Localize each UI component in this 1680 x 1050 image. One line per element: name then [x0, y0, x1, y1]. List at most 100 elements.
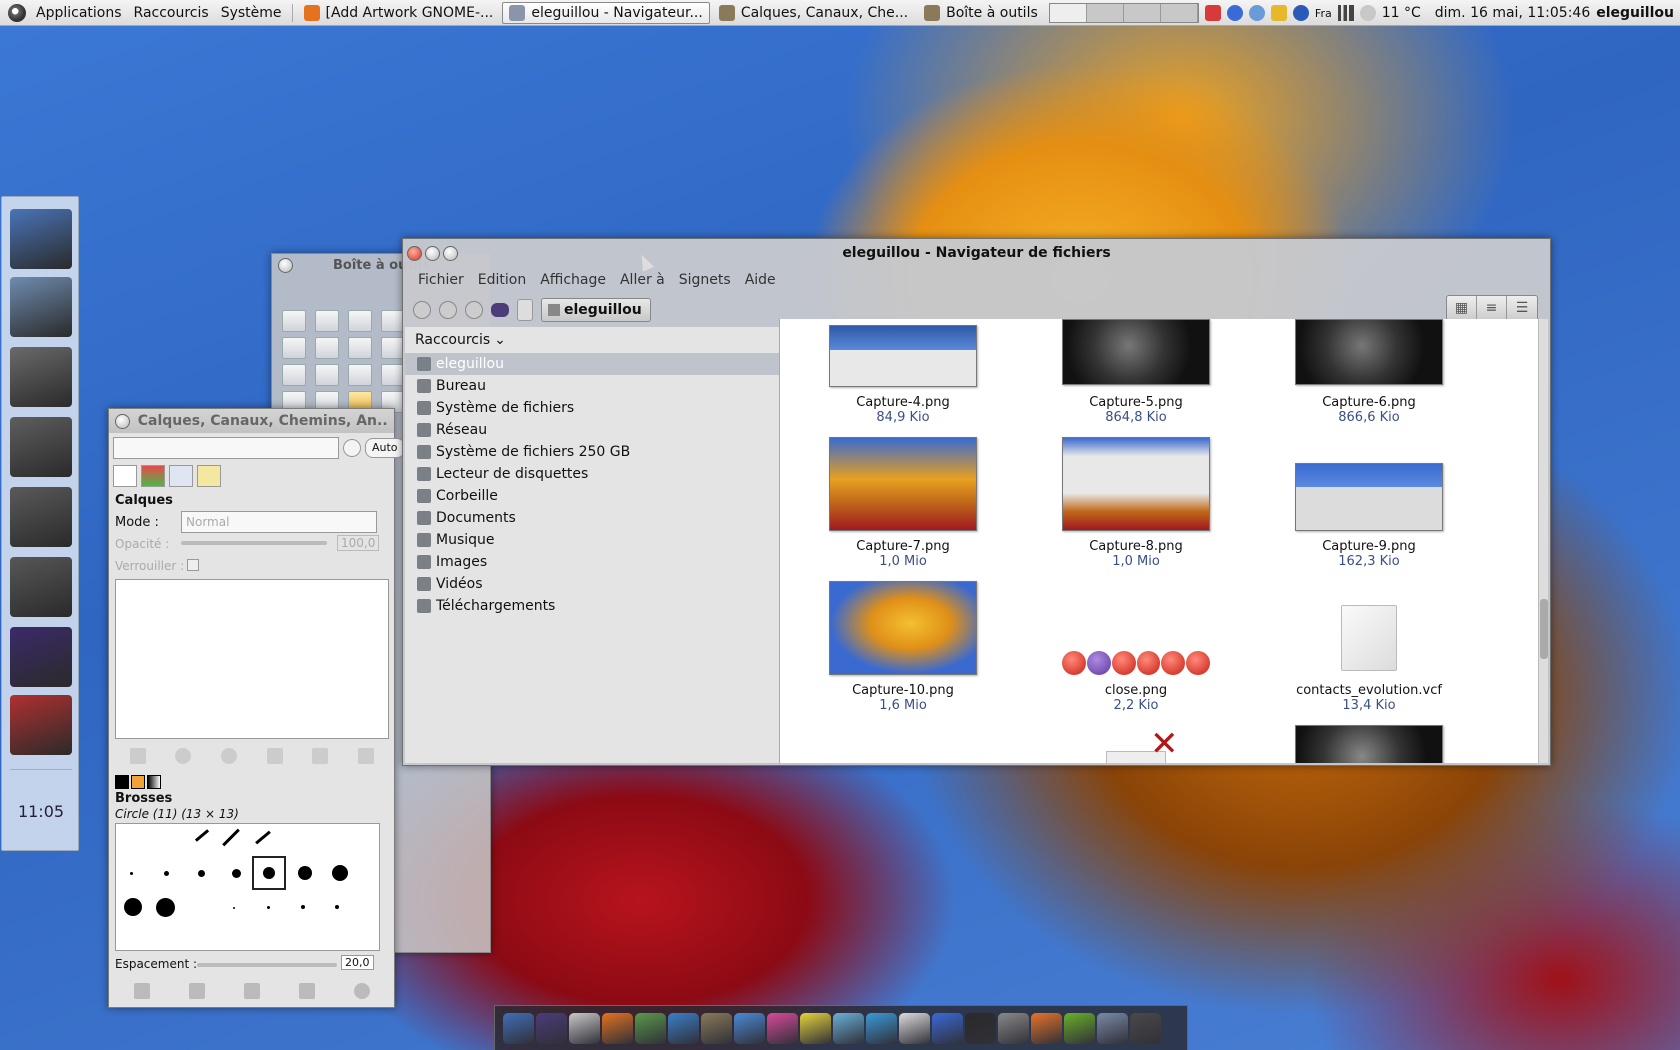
minimize-icon[interactable]	[425, 245, 440, 261]
sidebar-place-item[interactable]: Vidéos	[405, 573, 781, 595]
music-icon[interactable]	[10, 417, 72, 477]
mail-icon[interactable]	[569, 1012, 600, 1044]
brush-item[interactable]	[156, 898, 175, 917]
pointer-icon[interactable]	[932, 1012, 963, 1044]
workspace-2[interactable]	[1086, 4, 1124, 22]
list-view-icon[interactable]: ≡	[1477, 296, 1507, 320]
layers-list[interactable]	[115, 579, 389, 739]
rotate-tool-icon[interactable]	[348, 364, 372, 386]
opacity-slider[interactable]	[181, 541, 327, 545]
file-item[interactable]: contacts_evolution.vcf 13,4 Kio	[1269, 683, 1469, 713]
lock-alpha-checkbox[interactable]	[187, 559, 199, 571]
user-name[interactable]: eleguillou	[1596, 5, 1674, 21]
scrollbar-thumb[interactable]	[1540, 599, 1548, 659]
brush-item[interactable]	[233, 907, 235, 909]
contacts-icon[interactable]	[635, 1012, 666, 1044]
brush-grid[interactable]	[115, 823, 380, 951]
lower-layer-icon[interactable]	[221, 748, 238, 764]
tab-paths-icon[interactable]	[169, 465, 193, 487]
compact-view-icon[interactable]: ☰	[1507, 296, 1537, 320]
brush-item[interactable]	[332, 865, 348, 881]
sidebar-place-item[interactable]: Images	[405, 551, 781, 573]
taskbar-button[interactable]: Boîte à outils	[917, 2, 1045, 24]
anchor-icon[interactable]	[503, 1012, 534, 1044]
places-menu[interactable]: Raccourcis	[128, 5, 215, 21]
archive-icon[interactable]	[998, 1012, 1029, 1044]
file-thumbnail[interactable]	[1295, 725, 1443, 763]
documents-icon[interactable]	[10, 347, 72, 407]
brush-item[interactable]	[232, 869, 241, 878]
reload-icon[interactable]	[465, 301, 483, 319]
paths-tool-icon[interactable]	[282, 337, 306, 359]
user-icon[interactable]	[1248, 5, 1265, 21]
sidebar-header[interactable]: Raccourcis ⌄	[405, 327, 781, 353]
close-icon[interactable]	[115, 413, 130, 429]
opacity-value[interactable]: 100,0	[337, 535, 380, 551]
icon-view[interactable]: ✕ Capture-4.png 84,9 Kio Capture-5.png 864,…	[779, 319, 1542, 763]
workspace-4[interactable]	[1160, 4, 1198, 22]
videos-icon[interactable]	[10, 557, 72, 617]
file-item[interactable]: Capture-8.png 1,0 Mio	[1036, 539, 1236, 569]
file-item[interactable]: Capture-6.png 866,6 Kio	[1269, 395, 1469, 425]
close-icon[interactable]	[278, 257, 293, 273]
keyboard-icon[interactable]	[899, 1012, 930, 1044]
file-thumbnail[interactable]	[1062, 437, 1210, 531]
close-png-preview[interactable]	[1062, 651, 1210, 677]
file-item[interactable]: close.png 2,2 Kio	[1036, 683, 1236, 713]
brush-stroke[interactable]	[255, 830, 271, 845]
file-item[interactable]: Capture-10.png 1,6 Mio	[803, 683, 1003, 713]
notes-icon[interactable]	[800, 1012, 831, 1044]
duplicate-brush-icon[interactable]	[243, 983, 260, 999]
file-item[interactable]: Capture-4.png 84,9 Kio	[803, 395, 1003, 425]
file-item[interactable]: Capture-5.png 864,8 Kio	[1036, 395, 1236, 425]
files-icon[interactable]	[833, 1012, 864, 1044]
vertical-scrollbar[interactable]	[1538, 319, 1548, 763]
taskbar-button[interactable]: [Add Artwork GNOME-...	[297, 2, 501, 24]
taskbar-button[interactable]: eleguillou - Navigateur...	[502, 1, 710, 24]
file-thumbnail[interactable]	[829, 581, 977, 675]
clock[interactable]: dim. 16 mai, 11:05:46	[1435, 5, 1590, 21]
brush-item[interactable]	[164, 871, 169, 876]
menu-affichage[interactable]: Affichage	[533, 272, 613, 288]
keyboard-layout[interactable]: Fra	[1315, 7, 1332, 20]
system-menu[interactable]: Système	[215, 5, 288, 21]
brush-item[interactable]	[335, 905, 339, 909]
gradient-tab-icon[interactable]	[147, 775, 161, 789]
rect-select-tool-icon[interactable]	[282, 310, 306, 332]
pictures-icon[interactable]	[10, 487, 72, 547]
menu-aide[interactable]: Aide	[738, 272, 783, 288]
sidebar-place-item[interactable]: Musique	[405, 529, 781, 551]
maximize-icon[interactable]	[443, 245, 458, 261]
delete-brush-icon[interactable]	[298, 983, 315, 999]
menu-aller-a[interactable]: Aller à	[613, 272, 672, 288]
tab-channels-icon[interactable]	[141, 465, 165, 487]
spacing-value[interactable]: 20,0	[341, 955, 374, 970]
computer-icon[interactable]	[10, 209, 72, 269]
info-icon[interactable]	[1292, 5, 1309, 21]
gimp-icon[interactable]	[701, 1012, 732, 1044]
menu-fichier[interactable]: Fichier	[411, 272, 471, 288]
brush-item[interactable]	[198, 870, 205, 877]
bird-icon[interactable]	[866, 1012, 897, 1044]
close-icon[interactable]	[407, 245, 422, 261]
weather-temperature[interactable]: 11 °C	[1382, 5, 1421, 21]
sidebar-place-item[interactable]: Téléchargements	[405, 595, 781, 617]
workspace-3[interactable]	[1123, 4, 1161, 22]
file-item[interactable]: Capture-9.png 162,3 Kio	[1269, 539, 1469, 569]
sidebar-place-item[interactable]: Lecteur de disquettes	[405, 463, 781, 485]
new-brush-icon[interactable]	[189, 983, 206, 999]
file-thumbnail[interactable]	[1295, 319, 1443, 385]
firefox-icon[interactable]	[602, 1012, 633, 1044]
blender-icon[interactable]	[734, 1012, 765, 1044]
search-icon[interactable]	[10, 627, 72, 687]
icon-view-icon[interactable]: ▦	[1447, 296, 1477, 320]
picasa-icon[interactable]	[767, 1012, 798, 1044]
terminal-icon[interactable]	[965, 1012, 996, 1044]
spacing-slider[interactable]	[197, 963, 337, 967]
fg-color-icon[interactable]	[115, 775, 129, 789]
drive-icon[interactable]	[1097, 1012, 1128, 1044]
crop-tool-icon[interactable]	[315, 364, 339, 386]
sidebar-place-item[interactable]: Réseau	[405, 419, 781, 441]
globe-icon[interactable]	[668, 1012, 699, 1044]
free-select-tool-icon[interactable]	[348, 310, 372, 332]
